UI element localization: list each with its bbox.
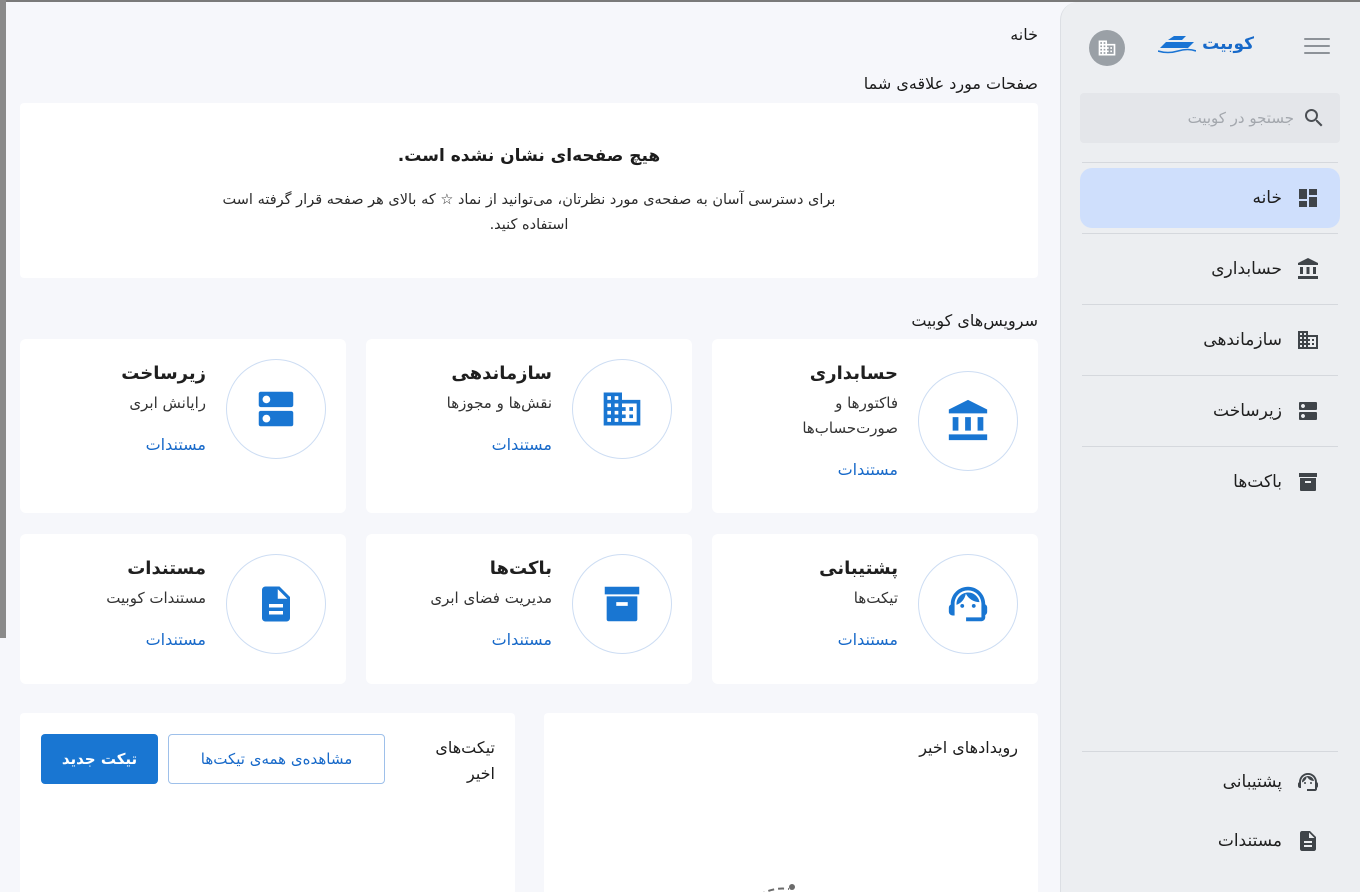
service-icon-circle [572, 554, 672, 654]
view-all-tickets-button[interactable]: مشاهده‌ی همه‌ی تیکت‌ها [168, 734, 385, 784]
scrollbar[interactable] [0, 0, 6, 638]
sidebar-item-label: زیرساخت [1213, 401, 1282, 421]
server-icon [1299, 402, 1317, 420]
recent-tickets-panel: تیکت‌های اخیر مشاهده‌ی همه‌ی تیکت‌ها تیک… [20, 713, 515, 892]
server-icon [258, 391, 294, 427]
archive-icon [604, 586, 640, 622]
document-icon [262, 586, 290, 622]
service-card-infrastructure[interactable]: زیرساخت رایانش ابری مستندات [20, 339, 346, 513]
panel-title: رویدادهای اخیر [919, 738, 1018, 757]
service-description: نقش‌ها و مجوزها [446, 394, 552, 412]
sidebar-item-label: سازماندهی [1203, 330, 1282, 350]
services-title: سرویس‌های کوبیت [911, 311, 1038, 330]
sidebar-item-label: خانه [1252, 188, 1282, 208]
divider [1082, 446, 1338, 447]
service-title: پشتیبانی [819, 558, 898, 579]
service-description: مدیریت فضای ابری [430, 589, 552, 607]
support-agent-icon [1298, 773, 1318, 791]
divider [1082, 375, 1338, 376]
service-description: رایانش ابری [129, 394, 206, 412]
docs-link[interactable]: مستندات [492, 435, 552, 454]
search-icon[interactable] [1302, 106, 1326, 130]
divider [1082, 233, 1338, 234]
sidebar-item-label: مستندات [1217, 831, 1282, 851]
service-title: حسابداری [809, 363, 898, 384]
sidebar-item-docs[interactable]: مستندات [1080, 811, 1340, 871]
sidebar-item-support[interactable]: پشتیبانی [1080, 752, 1340, 812]
new-ticket-button[interactable]: تیکت جدید [41, 734, 158, 784]
sidebar-item-buckets[interactable]: باکت‌ها [1080, 452, 1340, 512]
docs-link[interactable]: مستندات [146, 630, 206, 649]
divider [1082, 162, 1338, 163]
service-card-support[interactable]: پشتیبانی تیکت‌ها مستندات [712, 534, 1038, 684]
panel-title: تیکت‌های اخیر [435, 738, 495, 783]
service-card-accounting[interactable]: حسابداری فاکتورها و صورت‌حساب‌ها مستندات [712, 339, 1038, 513]
service-title: مستندات [127, 558, 206, 579]
service-card-docs[interactable]: مستندات مستندات کوبیت مستندات [20, 534, 346, 684]
logo-text: کوبیت [1202, 34, 1254, 54]
building-icon [1298, 331, 1318, 349]
service-description: مستندات کوبیت [106, 589, 206, 607]
menu-icon[interactable] [1304, 38, 1330, 56]
building-icon [1098, 40, 1116, 56]
recent-events-panel: رویدادهای اخیر [544, 713, 1038, 892]
bank-icon [1298, 258, 1318, 279]
docs-link[interactable]: مستندات [492, 630, 552, 649]
empty-state-title: هیچ صفحه‌ای نشان نشده است. [397, 146, 661, 166]
organization-avatar[interactable] [1089, 30, 1125, 66]
service-icon-circle [572, 359, 672, 459]
service-title: زیرساخت [121, 363, 206, 384]
archive-icon [1299, 473, 1317, 491]
breadcrumb[interactable]: خانه [1010, 25, 1038, 44]
sidebar-item-infrastructure[interactable]: زیرساخت [1080, 381, 1340, 441]
service-icon-circle [226, 359, 326, 459]
sidebar-item-organization[interactable]: سازماندهی [1080, 310, 1340, 370]
sidebar: کوبیت خانه حسابداری سازماندهی زیرساخت [1060, 2, 1360, 892]
service-icon-circle [918, 371, 1018, 471]
favorites-empty-state: هیچ صفحه‌ای نشان نشده است. برای دسترسی آ… [20, 103, 1038, 278]
support-agent-icon [948, 586, 988, 622]
sidebar-item-home[interactable]: خانه [1080, 168, 1340, 228]
search-input[interactable] [1094, 109, 1294, 127]
document-icon [1300, 831, 1316, 851]
logo-boat-icon [1158, 36, 1197, 54]
bank-icon [948, 399, 988, 441]
docs-link[interactable]: مستندات [838, 630, 898, 649]
dashboard-icon [1299, 189, 1317, 207]
empty-state-text: برای دسترسی آسان به صفحه‌ی مورد نظرتان، … [222, 192, 836, 233]
favorites-title: صفحات مورد علاقه‌ی شما [863, 74, 1038, 93]
service-title: سازماندهی [451, 363, 552, 384]
sidebar-item-label: باکت‌ها [1233, 472, 1282, 492]
sidebar-item-label: حسابداری [1211, 259, 1282, 279]
sidebar-item-label: پشتیبانی [1222, 772, 1282, 792]
service-icon-circle [226, 554, 326, 654]
divider [1082, 304, 1338, 305]
sidebar-item-accounting[interactable]: حسابداری [1080, 239, 1340, 299]
sidebar-header: کوبیت [1081, 30, 1340, 66]
service-card-buckets[interactable]: باکت‌ها مدیریت فضای ابری مستندات [366, 534, 692, 684]
building-icon [603, 392, 641, 426]
service-title: باکت‌ها [489, 558, 552, 579]
loading-spinner-icon [763, 884, 795, 892]
service-card-organization[interactable]: سازماندهی نقش‌ها و مجوزها مستندات [366, 339, 692, 513]
docs-link[interactable]: مستندات [146, 435, 206, 454]
logo[interactable]: کوبیت [1158, 34, 1254, 54]
service-description: تیکت‌ها [853, 589, 898, 607]
search-bar[interactable] [1080, 93, 1340, 143]
docs-link[interactable]: مستندات [838, 460, 898, 479]
service-icon-circle [918, 554, 1018, 654]
service-description: فاکتورها و صورت‌حساب‌ها [802, 394, 898, 437]
